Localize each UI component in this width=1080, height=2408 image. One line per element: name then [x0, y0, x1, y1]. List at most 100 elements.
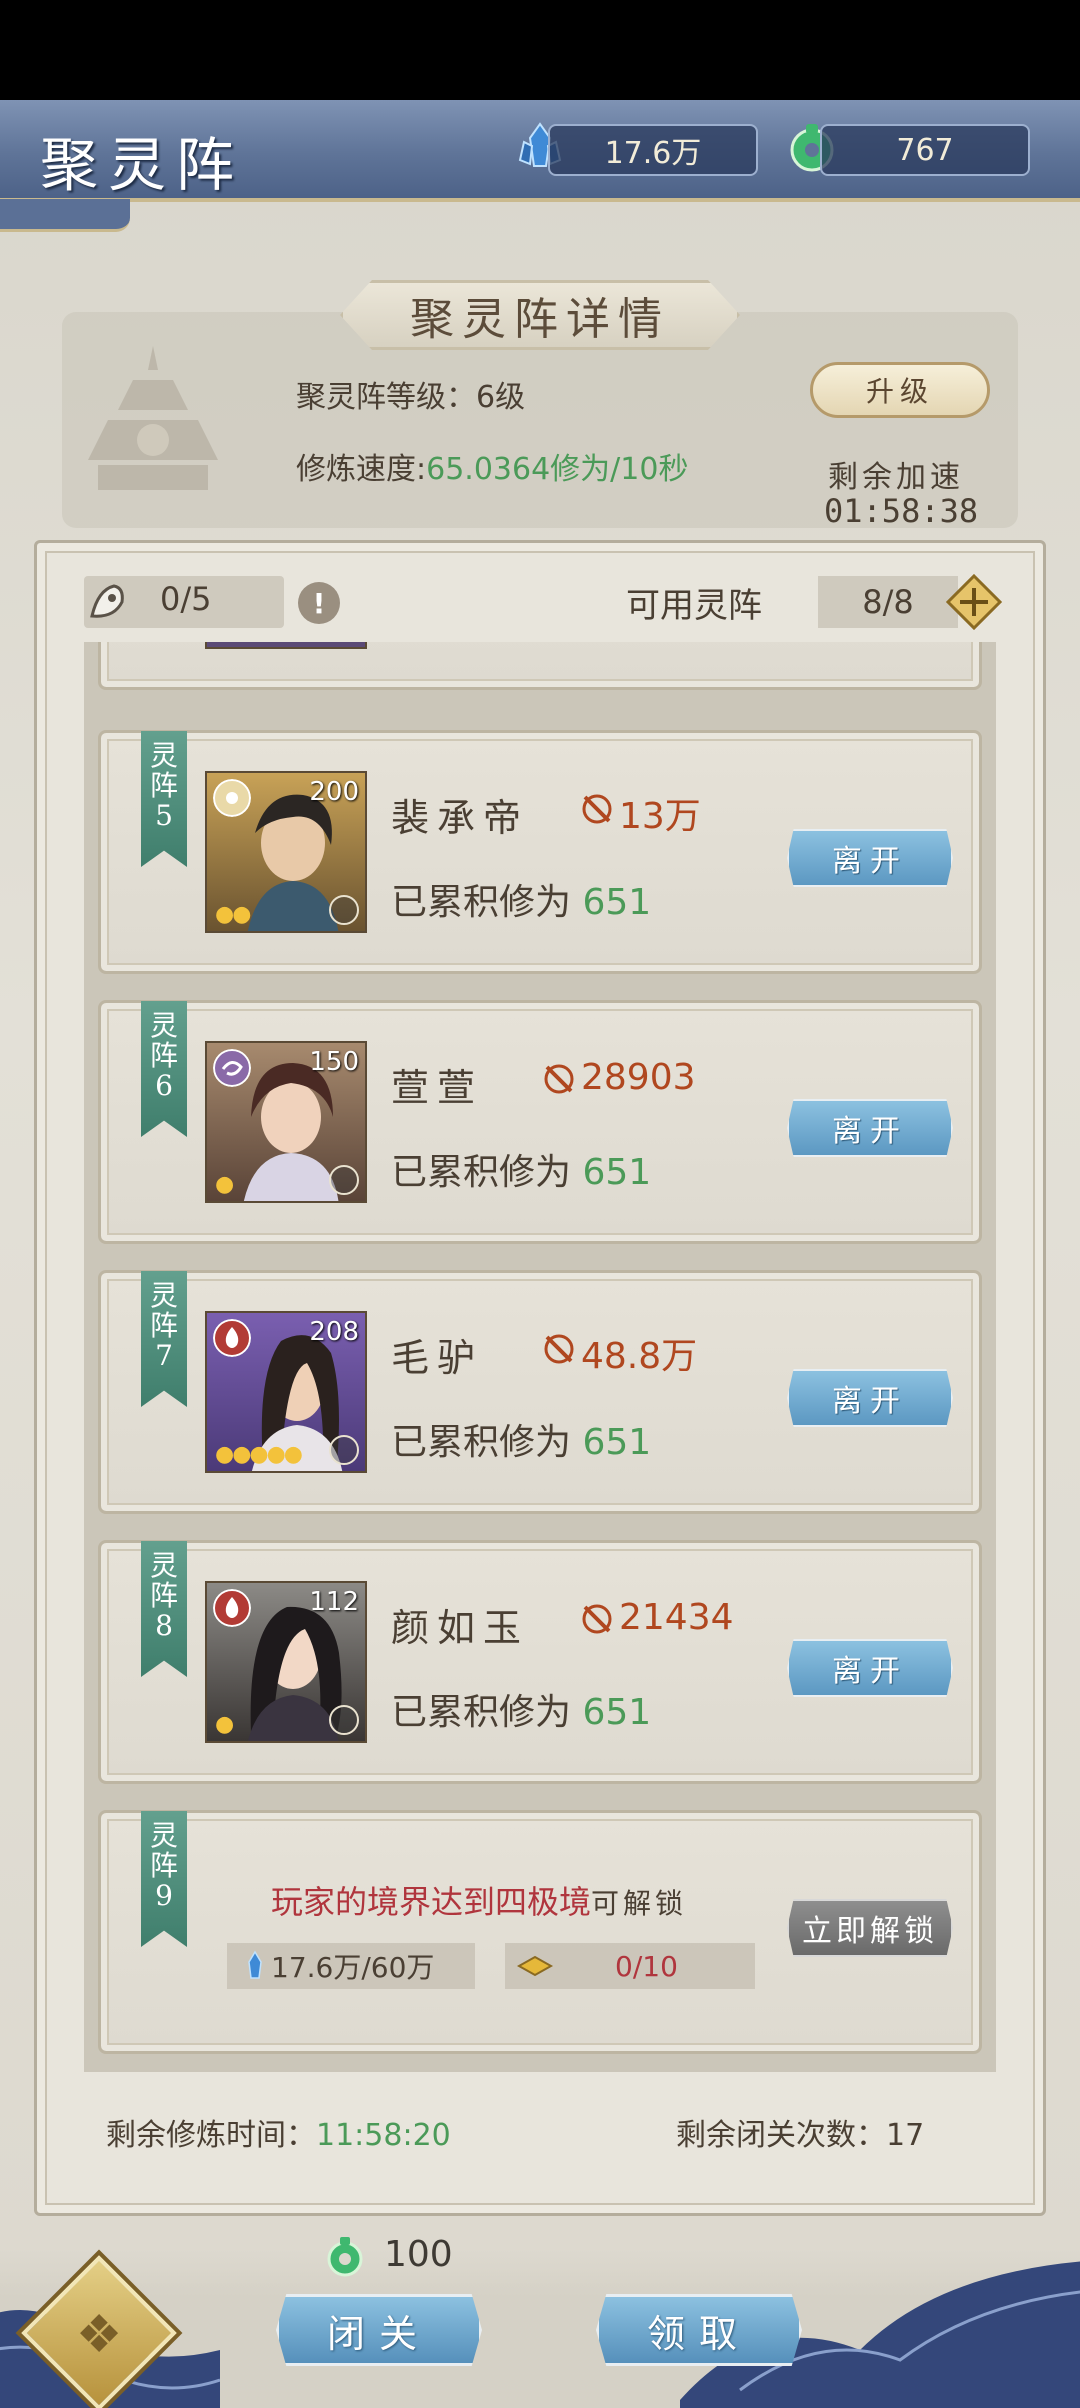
closure-button[interactable]: 闭关: [276, 2294, 482, 2366]
accum-value: 651: [582, 882, 652, 923]
item-cost: 0/10: [505, 1943, 755, 1989]
accum-label: 已累积修为: [391, 1422, 583, 1463]
crystal-progress: 17.6万/60万: [271, 1951, 435, 1984]
hero-portrait[interactable]: 200 ●●: [205, 771, 367, 933]
array-card-6: 灵阵6 150 ● 萱萱 28903 已累积修为 651 离开: [98, 1000, 982, 1244]
ribbon-label: 灵阵9: [149, 1819, 178, 1912]
leave-button[interactable]: 离开: [787, 1639, 953, 1697]
array-ribbon: 灵阵8: [141, 1541, 187, 1677]
status-bar: [0, 0, 1080, 100]
combat-power-icon: [544, 1064, 574, 1094]
screen: 聚灵阵 17.6万 767 聚灵阵详情 聚灵阵等级：6级 修炼速度:65.036…: [0, 0, 1080, 2408]
golden-token-icon: [516, 1955, 554, 1977]
star-rating: ●●●●●: [215, 1442, 303, 1467]
blue-crystal-icon: [248, 1950, 262, 1979]
requirement-text: 玩家的境界达到四极境: [271, 1883, 592, 1921]
slot-count: 0/5: [160, 580, 212, 618]
closure-label: 剩余闭关次数：: [676, 2118, 886, 2153]
hero-level: 112: [309, 1587, 359, 1617]
accum-value: 651: [582, 1422, 652, 1463]
unlock-now-button[interactable]: 立即解锁: [787, 1899, 953, 1957]
ribbon-label: 灵阵5: [149, 739, 178, 832]
hero-portrait: ●●●●: [205, 642, 367, 649]
array-ribbon: 灵阵9: [141, 1811, 187, 1947]
array-list[interactable]: ●●●● 灵阵5 200 ●● 裴承帝: [84, 642, 996, 2072]
jade-cost: 100: [384, 2234, 453, 2275]
leave-button[interactable]: 离开: [787, 1369, 953, 1427]
hero-level: 150: [309, 1047, 359, 1077]
hero-level: 200: [309, 777, 359, 807]
hero-portrait[interactable]: 150 ●: [205, 1041, 367, 1203]
combat-power-icon: [582, 1604, 612, 1634]
boost-time: 01:58:38: [824, 492, 979, 530]
unlock-requirement: 玩家的境界达到四极境可解锁: [271, 1877, 687, 1923]
cultivation-speed: 修炼速度:65.0364修为/10秒: [296, 444, 688, 488]
accum-label: 已累积修为: [391, 1152, 583, 1193]
wind-element-icon: [213, 1049, 251, 1087]
compass-icon: [329, 1705, 359, 1735]
hero-name: 裴承帝: [391, 796, 530, 840]
hero-name: 萱萱: [391, 1066, 484, 1110]
return-icon: ❖: [75, 2305, 123, 2365]
array-card-5: 灵阵5 200 ●● 裴承帝 13万 已累积修为 651 离开: [98, 730, 982, 974]
hero-name: 颜如玉: [391, 1606, 530, 1650]
remaining-cultivation-time: 剩余修炼时间：11:58:20: [106, 2110, 451, 2154]
combat-power: 13万: [619, 796, 701, 837]
add-array-icon[interactable]: [946, 574, 1002, 630]
ribbon-label: 灵阵8: [149, 1549, 178, 1642]
array-ribbon: 灵阵6: [141, 1001, 187, 1137]
combat-power: 48.8万: [581, 1336, 698, 1377]
time-label: 剩余修炼时间：: [106, 2118, 316, 2153]
compass-icon: [329, 1435, 359, 1465]
info-icon[interactable]: !: [298, 582, 340, 624]
card-partial: ●●●●: [98, 642, 982, 690]
accumulated-cultivation: 已累积修为 651: [391, 1143, 651, 1195]
speed-label: 修炼速度:: [296, 452, 427, 487]
requirement-suffix: 可解锁: [591, 1887, 688, 1920]
available-label: 可用灵阵: [626, 586, 762, 626]
combat-power-icon: [582, 794, 612, 824]
hero-level: 208: [309, 1317, 359, 1347]
accumulated-cultivation: 已累积修为 651: [391, 1413, 651, 1465]
leave-button[interactable]: 离开: [787, 1099, 953, 1157]
closure-value: 17: [886, 2118, 925, 2153]
star-rating: ●●: [215, 902, 251, 927]
detail-title: 聚灵阵详情: [340, 280, 740, 350]
hero-portrait[interactable]: 112 ●: [205, 1581, 367, 1743]
claim-button[interactable]: 领取: [596, 2294, 802, 2366]
time-value: 11:58:20: [316, 2118, 451, 2153]
star-rating: ●●●●: [215, 642, 286, 643]
light-element-icon: [213, 779, 251, 817]
upgrade-button[interactable]: 升级: [810, 362, 990, 418]
array-level: 聚灵阵等级：6级: [296, 372, 525, 416]
combat-power: 28903: [581, 1057, 696, 1098]
ribbon-label: 灵阵7: [149, 1279, 178, 1372]
combat-power: 21434: [619, 1597, 734, 1638]
pagoda-icon: [88, 346, 218, 490]
star-rating: ●: [215, 1712, 234, 1737]
green-jade-icon: [327, 2237, 363, 2277]
fire-element-icon: [213, 1589, 251, 1627]
level-label: 聚灵阵等级：: [296, 380, 476, 415]
accum-label: 已累积修为: [391, 882, 583, 923]
array-ribbon: 灵阵5: [141, 731, 187, 867]
speed-value: 65.0364修为/10秒: [426, 452, 689, 487]
accumulated-cultivation: 已累积修为 651: [391, 873, 651, 925]
star-rating: ●: [215, 1172, 234, 1197]
spirit-icon: [90, 584, 124, 618]
combat-power-icon: [544, 1334, 574, 1364]
jade-amount: 767: [820, 124, 1030, 176]
array-ribbon: 灵阵7: [141, 1271, 187, 1407]
accumulated-cultivation: 已累积修为 651: [391, 1683, 651, 1735]
boost-label: 剩余加速: [828, 460, 964, 495]
hero-portrait[interactable]: 208 ●●●●●: [205, 1311, 367, 1473]
accum-label: 已累积修为: [391, 1692, 583, 1733]
leave-button[interactable]: 离开: [787, 829, 953, 887]
array-card-8: 灵阵8 112 ● 颜如玉 21434 已累积修为 651 离开: [98, 1540, 982, 1784]
crystal-amount: 17.6万: [548, 124, 758, 176]
remaining-closure-count: 剩余闭关次数：17: [676, 2110, 924, 2154]
compass-icon: [329, 895, 359, 925]
ribbon-label: 灵阵6: [149, 1009, 178, 1102]
page-title: 聚灵阵: [40, 131, 245, 199]
accum-value: 651: [582, 1152, 652, 1193]
